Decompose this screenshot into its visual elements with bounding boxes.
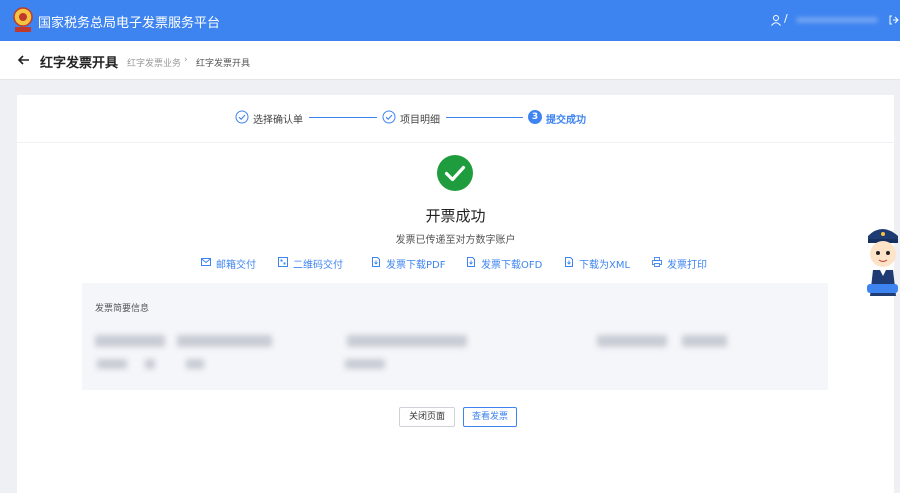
page-title: 红字发票开具: [40, 56, 119, 71]
user-icon[interactable]: [770, 14, 782, 26]
sub-header: 红字发票开具 红字发票业务 › 红字发票开具: [0, 41, 900, 80]
redacted-field: [682, 335, 727, 347]
redacted-field: [597, 335, 667, 347]
user-separator: /: [784, 12, 788, 25]
assistant-mascot-icon[interactable]: [865, 224, 900, 296]
action-label: 发票下载OFD: [481, 260, 543, 271]
action-label: 邮箱交付: [216, 260, 256, 271]
redacted-field: [177, 335, 272, 347]
success-subtitle: 发票已传递至对方数字账户: [395, 235, 516, 246]
tax-emblem-logo: [13, 7, 33, 32]
action-label: 下载为XML: [579, 260, 631, 271]
redacted-field: [95, 335, 165, 347]
close-page-button[interactable]: 关闭页面: [399, 407, 455, 427]
check-circle-icon: [382, 110, 396, 124]
success-check-icon: [437, 155, 473, 191]
redacted-field: [145, 359, 155, 369]
file-download-icon: [565, 257, 573, 267]
step-number-badge: 3: [528, 110, 542, 124]
step-connector: [446, 117, 523, 118]
file-download-icon: [467, 257, 475, 267]
mail-icon: [201, 258, 211, 266]
invoice-summary-panel: 发票简要信息: [82, 283, 828, 390]
action-label: 二维码交付: [293, 260, 343, 271]
redacted-field: [347, 335, 467, 347]
breadcrumb-separator: ›: [184, 55, 188, 65]
action-label: 发票下载PDF: [386, 260, 446, 271]
qrcode-icon: [278, 257, 288, 267]
summary-title: 发票简要信息: [95, 304, 150, 314]
app-title: 国家税务总局电子发票服务平台: [38, 16, 221, 31]
step-label: 提交成功: [546, 115, 586, 126]
logout-icon[interactable]: [888, 14, 900, 26]
steps-bar: 选择确认单 项目明细 3 提交成功: [17, 95, 894, 143]
view-invoice-button[interactable]: 查看发票: [463, 407, 517, 427]
printer-icon: [652, 257, 662, 267]
redacted-field: [97, 359, 127, 369]
file-download-icon: [372, 257, 380, 267]
back-arrow-icon[interactable]: [16, 52, 32, 68]
top-bar: 国家税务总局电子发票服务平台 /: [0, 0, 900, 41]
main-card: 选择确认单 项目明细 3 提交成功 开票成功 发票已传递至对方数字账户 邮箱交付…: [17, 95, 894, 493]
step-label: 选择确认单: [253, 115, 303, 126]
success-title: 开票成功: [425, 207, 486, 225]
step-connector: [309, 117, 377, 118]
action-label: 发票打印: [667, 260, 707, 271]
breadcrumb-item-current: 红字发票开具: [196, 59, 251, 69]
redacted-field: [186, 359, 204, 369]
user-name-redacted[interactable]: [796, 17, 878, 23]
breadcrumb-item-red-invoice-business[interactable]: 红字发票业务: [127, 56, 181, 69]
step-label: 项目明细: [400, 115, 440, 126]
redacted-field: [345, 359, 385, 369]
check-circle-icon: [235, 110, 249, 124]
